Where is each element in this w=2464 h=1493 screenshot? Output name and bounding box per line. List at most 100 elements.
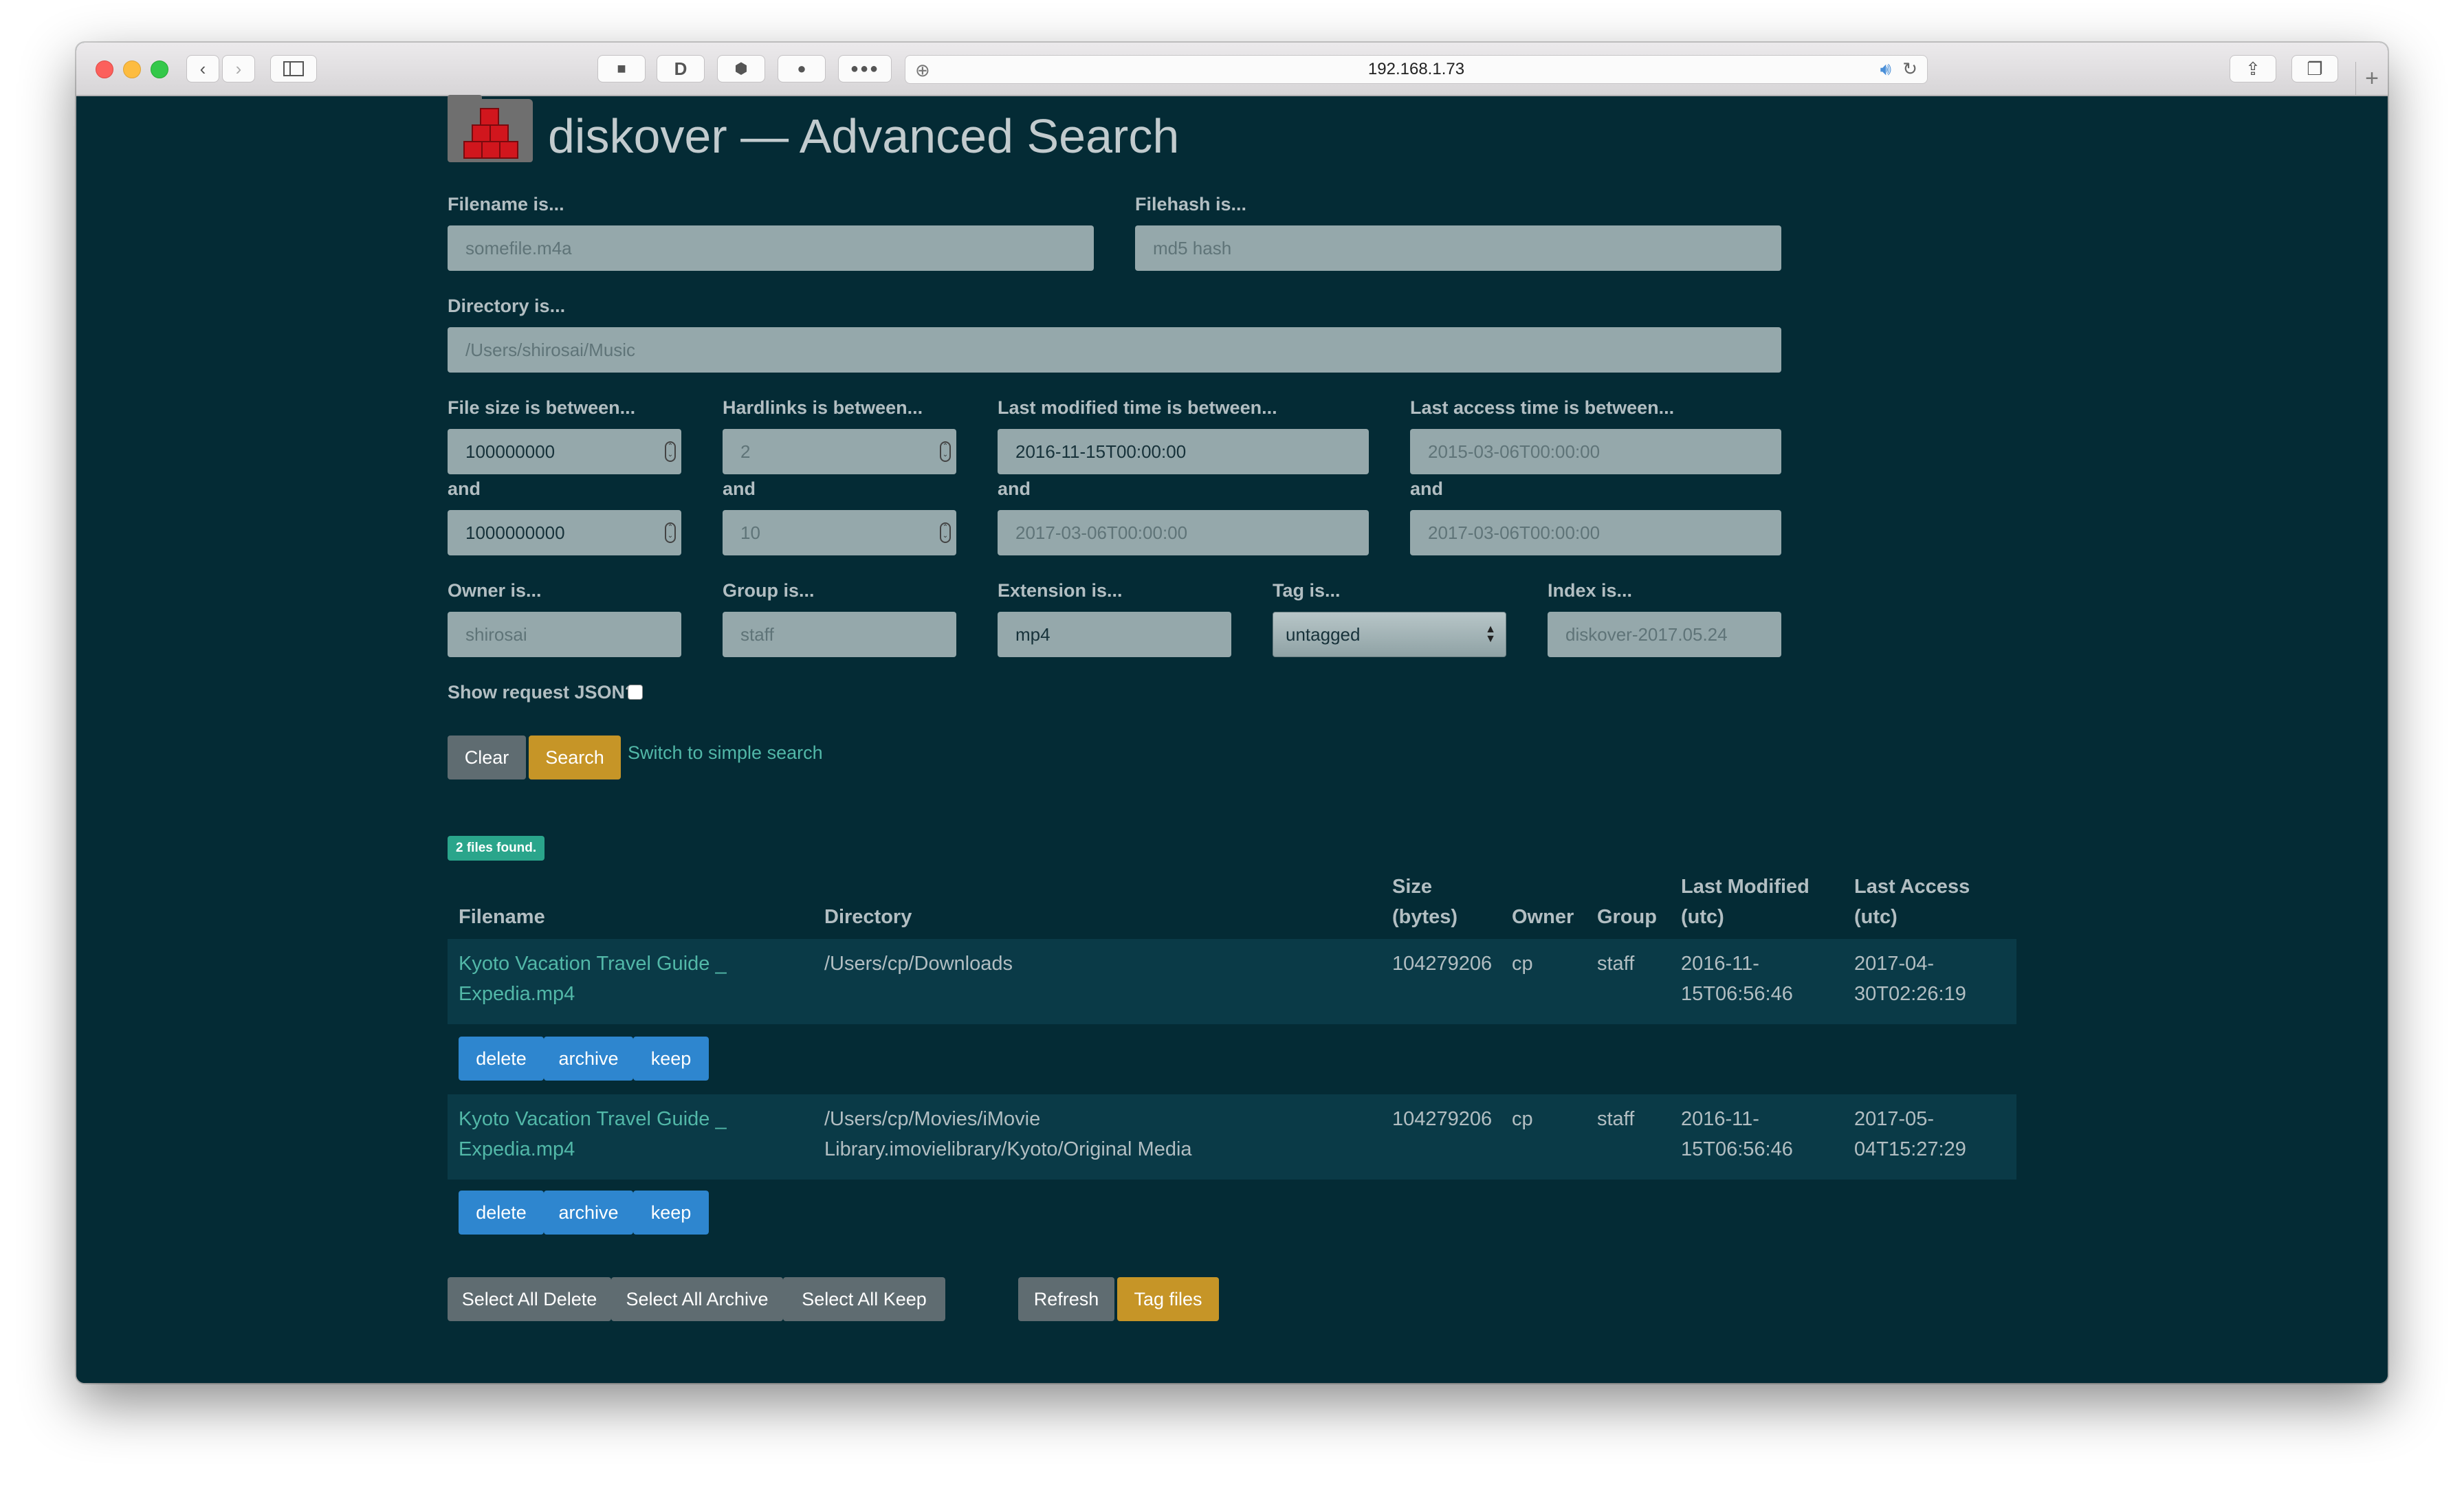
filehash-label: Filehash is...	[1135, 194, 1247, 214]
modified-cell: 2016-11- 15T06:56:46	[1681, 953, 1793, 1005]
share-icon: ⇪	[2245, 58, 2260, 79]
add-tab-plus-icon: ⊕	[915, 60, 930, 80]
directory-cell: /Users/cp/Movies/iMovie Library.imovielib…	[824, 1108, 1192, 1160]
extension-more-button[interactable]: ●●●	[838, 55, 892, 82]
col-header-last-modified[interactable]: Last Modified (utc)	[1681, 872, 1810, 932]
directory-input[interactable]: /Users/shirosai/Music	[448, 327, 1781, 373]
chevron-right-icon: ›	[235, 58, 242, 79]
atime-label: Last access time is between...	[1410, 397, 1675, 418]
back-button[interactable]: ‹	[186, 55, 219, 82]
spinner-icon[interactable]: ⌃ ⌄	[665, 441, 676, 462]
row-action-group: delete archive keep	[459, 1191, 709, 1235]
group-cell: staff	[1597, 1108, 1635, 1130]
size-cell: 104279206	[1392, 1108, 1493, 1130]
archive-button[interactable]: archive	[544, 1191, 633, 1235]
bulk-select-group: Select All Delete Select All Archive Sel…	[448, 1277, 945, 1321]
extension-label: Extension is...	[998, 580, 1123, 601]
filename-link[interactable]: Kyoto Vacation Travel Guide _ Expedia.mp4	[459, 949, 727, 1009]
tag-select[interactable]: untagged ▲ ▼	[1273, 612, 1506, 657]
atime-to-input[interactable]: 2017-03-06T00:00:00	[1410, 510, 1781, 555]
col-header-last-access[interactable]: Last Access (utc)	[1854, 872, 1970, 932]
col-header-size[interactable]: Size (bytes)	[1392, 872, 1458, 932]
mtime-to-input[interactable]: 2017-03-06T00:00:00	[998, 510, 1369, 555]
col-header-filename[interactable]: Filename	[459, 902, 545, 932]
filehash-input[interactable]: md5 hash	[1135, 225, 1781, 271]
sidebar-icon	[283, 61, 304, 76]
diskover-logo	[448, 95, 533, 162]
owner-input[interactable]: shirosai	[448, 612, 681, 657]
tag-label: Tag is...	[1273, 580, 1341, 601]
col-header-group[interactable]: Group	[1597, 902, 1657, 932]
delete-button[interactable]: delete	[459, 1037, 544, 1081]
new-tab-button[interactable]: +	[2355, 62, 2388, 95]
lock-icon: ■	[617, 60, 626, 77]
select-all-archive-button[interactable]: Select All Archive	[611, 1277, 783, 1321]
row-action-group: delete archive keep	[459, 1037, 709, 1081]
more-icon: ●●●	[850, 60, 880, 76]
title-bar: ‹ › ■ D ⬢ ● ●●● ⊕ 192.168.1.73 🔊︎ ↻ ⇪ ❐ …	[76, 43, 2388, 96]
filesize-and-label: and	[448, 478, 481, 499]
select-all-keep-button[interactable]: Select All Keep	[783, 1277, 945, 1321]
extension-ghost-button[interactable]: ●	[778, 55, 826, 82]
owner-label: Owner is...	[448, 580, 542, 601]
access-cell: 2017-04- 30T02:26:19	[1854, 953, 1966, 1005]
filename-link[interactable]: Kyoto Vacation Travel Guide _ Expedia.mp4	[459, 1104, 727, 1164]
keep-button[interactable]: keep	[633, 1037, 709, 1081]
maximize-window-button[interactable]	[151, 60, 168, 78]
forward-button[interactable]: ›	[222, 55, 255, 82]
archive-button[interactable]: archive	[544, 1037, 633, 1081]
extension-lock-button[interactable]: ■	[597, 55, 646, 82]
extension-adblock-button[interactable]: ⬢	[717, 55, 765, 82]
extension-input[interactable]: mp4	[998, 612, 1231, 657]
reload-icon[interactable]: ↻	[1902, 58, 1917, 80]
browser-window: ‹ › ■ D ⬢ ● ●●● ⊕ 192.168.1.73 🔊︎ ↻ ⇪ ❐ …	[76, 43, 2388, 1383]
page-title: diskover — Advanced Search	[548, 109, 1180, 163]
hardlinks-label: Hardlinks is between...	[723, 397, 923, 418]
adblock-icon: ⬢	[734, 60, 748, 77]
search-button[interactable]: Search	[529, 736, 621, 779]
hardlinks-max-input[interactable]: 10 ⌃ ⌄	[723, 510, 956, 555]
delete-button[interactable]: delete	[459, 1191, 544, 1235]
clear-button[interactable]: Clear	[448, 736, 526, 779]
owner-cell: cp	[1512, 953, 1533, 975]
show-json-checkbox[interactable]	[628, 685, 643, 700]
hardlinks-min-input[interactable]: 2 ⌃ ⌄	[723, 429, 956, 474]
refresh-button[interactable]: Refresh	[1018, 1277, 1114, 1321]
atime-and-label: and	[1410, 478, 1444, 499]
tag-files-button[interactable]: Tag files	[1117, 1277, 1219, 1321]
share-button[interactable]: ⇪	[2230, 55, 2276, 82]
table-row: Kyoto Vacation Travel Guide _ Expedia.mp4…	[448, 1094, 2016, 1180]
switch-simple-search-link[interactable]: Switch to simple search	[628, 742, 823, 764]
atime-from-input[interactable]: 2015-03-06T00:00:00	[1410, 429, 1781, 474]
keep-button[interactable]: keep	[633, 1191, 709, 1235]
group-input[interactable]: staff	[723, 612, 956, 657]
tabs-overview-button[interactable]: ❐	[2291, 55, 2338, 82]
index-label: Index is...	[1548, 580, 1633, 601]
show-json-label: Show request JSON?	[448, 682, 637, 703]
close-window-button[interactable]	[96, 60, 113, 78]
audio-icon[interactable]: 🔊︎	[1880, 58, 1891, 80]
filename-input[interactable]: somefile.m4a	[448, 225, 1094, 271]
mtime-label: Last modified time is between...	[998, 397, 1277, 418]
results-count-badge: 2 files found.	[448, 836, 545, 861]
filesize-max-input[interactable]: 1000000000 ⌃ ⌄	[448, 510, 681, 555]
index-input[interactable]: diskover-2017.05.24	[1548, 612, 1781, 657]
spinner-icon[interactable]: ⌃ ⌄	[940, 522, 951, 543]
spinner-icon[interactable]: ⌃ ⌄	[665, 522, 676, 543]
url-text: 192.168.1.73	[1367, 60, 1465, 78]
extension-d-button[interactable]: D	[657, 55, 705, 82]
filesize-min-input[interactable]: 100000000 ⌃ ⌄	[448, 429, 681, 474]
address-bar[interactable]: ⊕ 192.168.1.73 🔊︎ ↻	[905, 55, 1928, 84]
modified-cell: 2016-11- 15T06:56:46	[1681, 1108, 1793, 1160]
col-header-directory[interactable]: Directory	[824, 902, 912, 932]
size-cell: 104279206	[1392, 953, 1493, 975]
spinner-icon[interactable]: ⌃ ⌄	[940, 441, 951, 462]
cube-stack-icon	[463, 108, 518, 159]
owner-cell: cp	[1512, 1108, 1533, 1130]
access-cell: 2017-05- 04T15:27:29	[1854, 1108, 1966, 1160]
minimize-window-button[interactable]	[123, 60, 141, 78]
col-header-owner[interactable]: Owner	[1512, 902, 1574, 932]
select-all-delete-button[interactable]: Select All Delete	[448, 1277, 611, 1321]
mtime-from-input[interactable]: 2016-11-15T00:00:00	[998, 429, 1369, 474]
sidebar-button[interactable]	[270, 55, 317, 82]
